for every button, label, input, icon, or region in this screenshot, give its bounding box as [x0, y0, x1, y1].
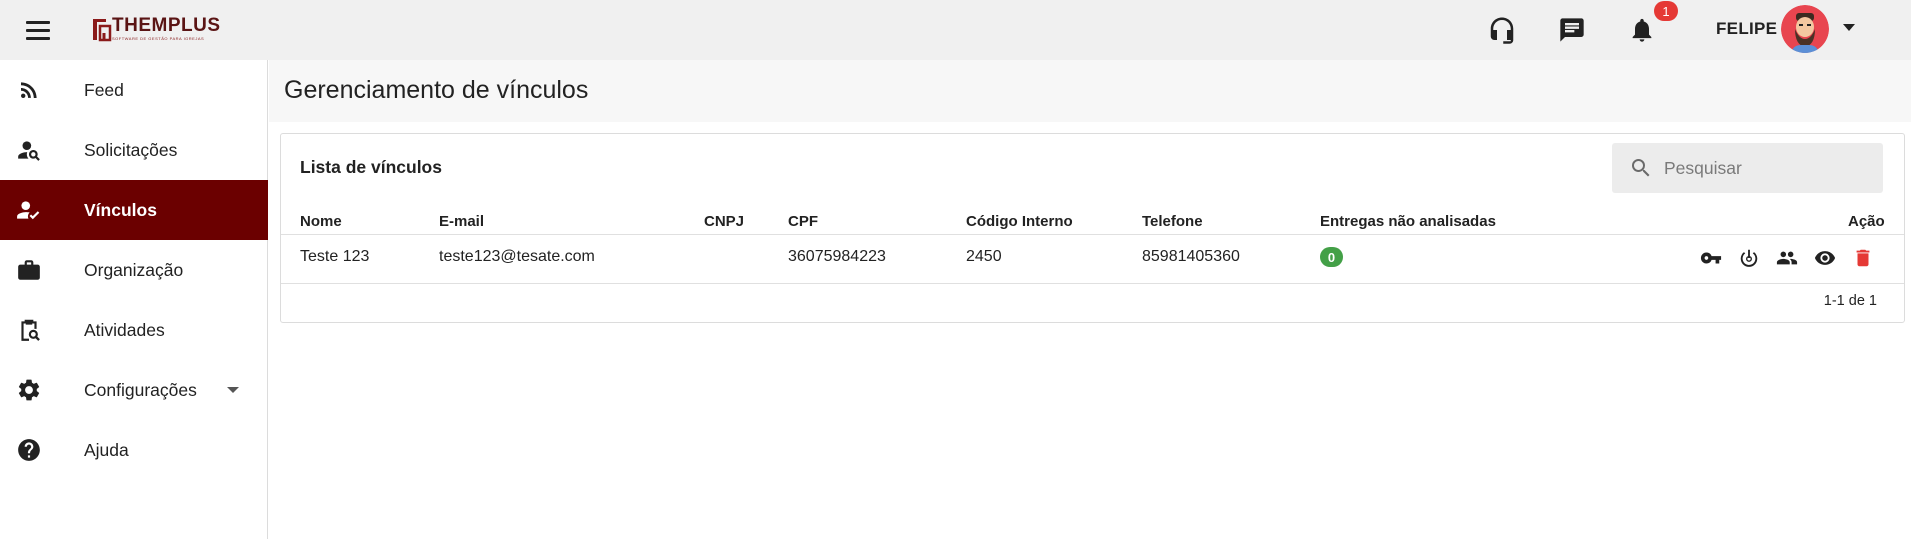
title-bar: Gerenciamento de vínculos [269, 60, 1911, 122]
cell-cpf: 36075984223 [788, 248, 886, 265]
status-badge: 0 [1320, 247, 1343, 267]
sidebar-item-label: Solicitações [84, 139, 178, 160]
main-content: Gerenciamento de vínculos Lista de víncu… [269, 60, 1911, 539]
menu-icon[interactable] [26, 16, 62, 44]
chevron-down-icon[interactable] [1843, 24, 1855, 31]
logo-mark-icon [93, 19, 112, 42]
gear-icon [14, 376, 44, 404]
sidebar-item-label: Ajuda [84, 439, 129, 460]
card-title: Lista de vínculos [300, 157, 442, 177]
rss-icon [14, 76, 44, 104]
sidebar-item-configuracoes[interactable]: Configurações [0, 360, 268, 420]
column-header-nome[interactable]: Nome [300, 213, 342, 230]
column-header-cnpj[interactable]: CNPJ [704, 213, 744, 230]
person-check-icon [14, 196, 44, 224]
sidebar-item-feed[interactable]: Feed [0, 60, 268, 120]
sidebar-item-vinculos[interactable]: Vínculos [0, 180, 268, 240]
page-title: Gerenciamento de vínculos [284, 76, 589, 104]
bell-icon[interactable] [1626, 14, 1658, 46]
logo[interactable]: THEMPLUS SOFTWARE DE GESTÃO PARA IGREJAS [92, 16, 221, 46]
search-icon [1632, 159, 1650, 177]
avatar[interactable] [1781, 5, 1829, 53]
column-header-email[interactable]: E-mail [439, 213, 484, 230]
logo-subtitle: SOFTWARE DE GESTÃO PARA IGREJAS [112, 36, 205, 41]
people-icon[interactable] [1775, 246, 1799, 270]
sidebar-item-label: Organização [84, 259, 184, 280]
key-icon[interactable] [1699, 246, 1723, 270]
links-card: Lista de vínculos Nome E-mail CNPJ CPF C… [280, 133, 1905, 323]
column-header-cpf[interactable]: CPF [788, 213, 818, 230]
person-search-icon [14, 136, 44, 164]
username[interactable]: FELIPE [1716, 19, 1777, 39]
sidebar-item-solicitacoes[interactable]: Solicitações [0, 120, 268, 180]
column-header-codigo-interno[interactable]: Código Interno [966, 213, 1073, 230]
power-icon[interactable] [1737, 246, 1761, 270]
search-input[interactable] [1664, 143, 1874, 193]
sidebar-item-organizacao[interactable]: Organização [0, 240, 268, 300]
top-app-bar: THEMPLUS SOFTWARE DE GESTÃO PARA IGREJAS… [0, 0, 1911, 60]
chat-icon[interactable] [1556, 14, 1588, 46]
chevron-down-icon[interactable] [227, 387, 239, 393]
trash-icon[interactable] [1851, 246, 1875, 270]
logo-text: THEMPLUS [112, 15, 221, 36]
headset-icon[interactable] [1486, 14, 1518, 46]
cell-nome: Teste 123 [300, 248, 370, 265]
column-header-entregas[interactable]: Entregas não analisadas [1320, 213, 1496, 230]
help-circle-icon [14, 436, 44, 464]
sidebar-item-label: Atividades [84, 319, 165, 340]
briefcase-icon [14, 256, 44, 284]
column-header-acao: Ação [1848, 213, 1885, 230]
cell-codigo-interno: 2450 [966, 248, 1002, 265]
sidebar: Feed Solicitações Vínculos Organização A… [0, 60, 268, 539]
sidebar-item-label: Feed [84, 79, 124, 100]
table-row[interactable]: Teste 123 teste123@tesate.com 3607598422… [281, 235, 1904, 283]
cell-telefone: 85981405360 [1142, 248, 1240, 265]
divider [281, 283, 1904, 284]
sidebar-item-label: Configurações [84, 379, 197, 400]
column-header-telefone[interactable]: Telefone [1142, 213, 1203, 230]
cell-email: teste123@tesate.com [439, 248, 595, 265]
search-box[interactable] [1612, 143, 1883, 193]
sidebar-item-ajuda[interactable]: Ajuda [0, 420, 268, 480]
pagination-info: 1-1 de 1 [1823, 293, 1877, 309]
sidebar-item-label: Vínculos [84, 199, 157, 220]
clipboard-search-icon [14, 316, 44, 344]
sidebar-item-atividades[interactable]: Atividades [0, 300, 268, 360]
eye-icon[interactable] [1813, 246, 1837, 270]
notification-badge: 1 [1654, 1, 1678, 21]
